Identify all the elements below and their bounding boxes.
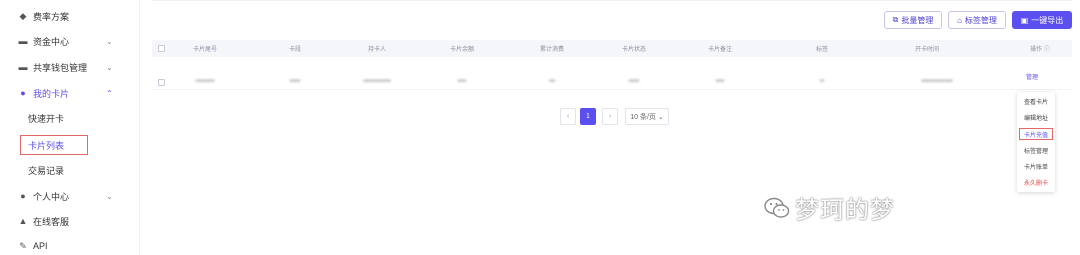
column-header: 持卡人 (367, 47, 386, 53)
table-cell: ••••• (628, 79, 640, 85)
batch-icon: ⧉ (892, 15, 899, 24)
select-all-checkbox[interactable] (158, 45, 165, 52)
pagination-next-button[interactable]: › (602, 108, 618, 125)
chevron-down-icon: ⌄ (106, 36, 113, 46)
gem-icon: ◆ (19, 10, 27, 21)
batch-manage-button[interactable]: ⧉ 批量管理 (884, 11, 942, 29)
sidebar-subitem-quick-open[interactable]: 快速开卡 (28, 109, 64, 127)
table-cell: •••• (457, 79, 467, 85)
service-icon: ▲ (18, 216, 28, 226)
sidebar-item-label: API (33, 241, 48, 251)
sidebar-item-shared-wallet[interactable]: ▬ 共享钱包管理 ⌄ (0, 57, 140, 77)
table-header: 卡片尾号 卡段 持卡人 卡片余额 累计消费 卡片状态 卡片备注 标签 开卡时间 … (152, 40, 1072, 57)
column-header: 卡片余额 (449, 47, 474, 53)
menu-item-tag-manage[interactable]: 标签管理 (1019, 144, 1053, 156)
tag-manage-button[interactable]: ⌂ 标签管理 (948, 11, 1006, 29)
column-header: 卡片状态 (621, 47, 646, 53)
chevron-down-icon: ⌄ (106, 62, 113, 72)
export-button[interactable]: ▣ 一键导出 (1012, 11, 1072, 29)
sidebar: ◆ 费率方案 ▬ 资金中心 ⌄ ▬ 共享钱包管理 ⌄ ● 我的卡片 ⌃ 快速开卡… (0, 0, 140, 255)
wallet-icon: ▬ (18, 36, 28, 46)
manage-link[interactable]: 管理 (1022, 68, 1042, 84)
menu-item-view-card[interactable]: 查看卡片 (1019, 95, 1053, 107)
sidebar-item-fund-center[interactable]: ▬ 资金中心 ⌄ (0, 31, 140, 51)
table-cell: ••• (548, 79, 556, 85)
wechat-icon (764, 197, 790, 218)
export-icon: ▣ (1020, 15, 1029, 25)
sidebar-item-rate-plan[interactable]: ◆ 费率方案 (0, 6, 140, 26)
pagination-page-button[interactable]: 1 (580, 108, 596, 125)
table-cell: •• (819, 79, 825, 85)
chevron-down-icon: ⌄ (106, 191, 113, 201)
tag-icon: ⌂ (957, 15, 962, 25)
sidebar-subitem-transactions[interactable]: 交易记录 (28, 161, 64, 179)
pagination-prev-button[interactable]: ‹ (560, 108, 576, 125)
menu-item-card-bill[interactable]: 卡片账单 (1019, 160, 1053, 172)
watermark: 梦珂的梦 (764, 190, 895, 225)
table-row: ••••••••• ••••• ••••••••••••• •••• ••• •… (152, 74, 1072, 90)
api-icon: ✎ (19, 240, 27, 251)
table-cell: •••• (715, 79, 725, 85)
watermark-text: 梦珂的梦 (795, 196, 895, 224)
menu-item-recharge[interactable]: 卡片充值 (1019, 128, 1053, 140)
column-header: 卡段 (288, 47, 301, 53)
sidebar-item-personal-center[interactable]: ● 个人中心 ⌄ (0, 186, 140, 206)
sidebar-item-label: 资金中心 (33, 36, 70, 47)
table-cell: ••••• (289, 79, 301, 85)
row-checkbox[interactable] (158, 79, 165, 86)
shared-wallet-icon: ▬ (18, 62, 28, 72)
column-header: 卡片备注 (707, 47, 732, 53)
page-size-select[interactable]: 10 条/页 ⌄ (625, 108, 669, 125)
sidebar-item-api[interactable]: ✎ API (0, 236, 140, 255)
sidebar-item-online-service[interactable]: ▲ 在线客服 (0, 211, 140, 231)
sidebar-item-label: 费率方案 (33, 11, 70, 22)
column-header: 操作 ⓘ (1030, 47, 1050, 53)
sidebar-item-label: 共享钱包管理 (33, 62, 88, 73)
sidebar-item-label: 在线客服 (33, 216, 70, 227)
table-cell: ••••••••• (195, 79, 215, 85)
divider (152, 0, 1072, 1)
card-icon: ● (20, 88, 26, 98)
sidebar-item-label: 个人中心 (33, 191, 70, 202)
column-header: 累计消费 (539, 47, 564, 53)
menu-item-delete-card[interactable]: 永久删卡 (1019, 176, 1053, 188)
sidebar-item-my-cards[interactable]: ● 我的卡片 ⌃ (0, 83, 140, 103)
table-cell: ••••••••••••• (363, 79, 391, 85)
user-icon: ● (20, 191, 26, 201)
manage-dropdown-menu: 查看卡片 编辑地址 卡片充值 标签管理 卡片账单 永久删卡 (1017, 92, 1055, 192)
column-header: 标签 (815, 47, 828, 53)
chevron-up-icon: ⌃ (106, 88, 113, 98)
menu-item-edit-address[interactable]: 编辑地址 (1019, 111, 1053, 123)
sidebar-item-label: 我的卡片 (33, 88, 70, 99)
sidebar-subitem-card-list[interactable]: 卡片列表 (20, 135, 88, 155)
column-header: 开卡时间 (914, 47, 939, 53)
table-cell: ••••••••••••••• (921, 79, 953, 85)
main-content: ⧉ 批量管理 ⌂ 标签管理 ▣ 一键导出 卡片尾号 卡段 持卡人 卡片余额 累计… (140, 0, 1080, 255)
column-header: 卡片尾号 (192, 47, 217, 53)
